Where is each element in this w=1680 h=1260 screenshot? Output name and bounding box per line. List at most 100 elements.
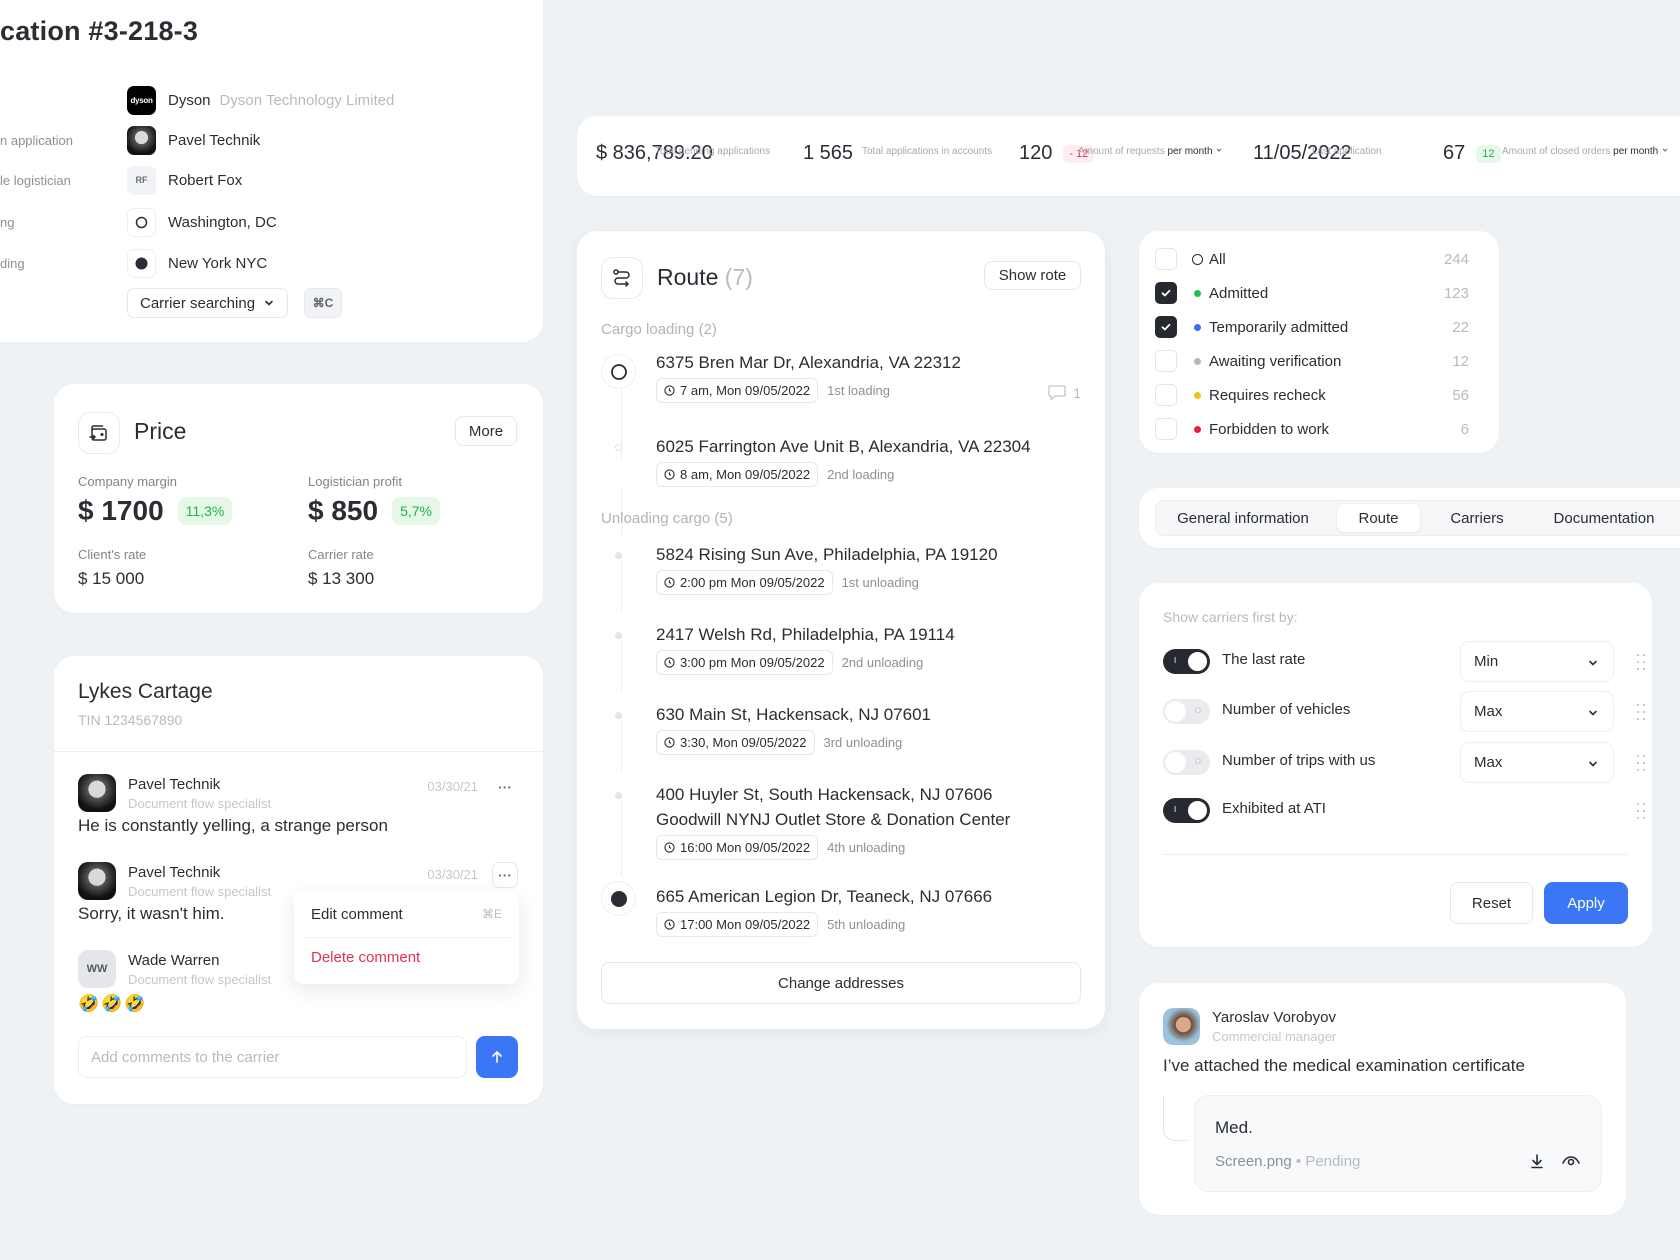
reset-button[interactable]: Reset: [1450, 882, 1533, 924]
filter-item[interactable]: Forbidden to work 6: [1155, 417, 1469, 441]
stop-kind: 3rd unloading: [823, 735, 903, 750]
stat-value: 120: [1019, 142, 1053, 164]
unloading-location: New York NYC: [168, 254, 268, 272]
stop-time: 3:00 pm Mon 09/05/2022: [656, 650, 833, 675]
tab-carriers[interactable]: Carriers: [1435, 504, 1519, 532]
end-dot-icon: [601, 881, 636, 916]
carrier-comments-card: Lykes Cartage TIN 1234567890 Pavel Techn…: [54, 656, 543, 1104]
drag-handle-icon[interactable]: [1636, 802, 1646, 820]
stat-label: Amount of requests: [1078, 146, 1165, 157]
tab-general-information[interactable]: General information: [1164, 504, 1322, 532]
more-button[interactable]: More: [455, 416, 517, 446]
toggle-on[interactable]: I: [1163, 649, 1210, 674]
divider: [54, 751, 543, 752]
shortcut-label: ⌘E: [481, 907, 502, 921]
eye-icon[interactable]: [1561, 1154, 1581, 1168]
edit-comment-label: Edit comment: [311, 905, 403, 923]
stop-address: 665 American Legion Dr, Teaneck, NJ 0766…: [656, 887, 993, 906]
stat-value: 67: [1443, 142, 1466, 164]
stop-time: 8 am, Mon 09/05/2022: [656, 462, 819, 487]
checkbox[interactable]: [1155, 350, 1177, 372]
comment-input[interactable]: [78, 1036, 467, 1078]
loading-label: ng: [0, 214, 15, 230]
comments-count[interactable]: 1: [1047, 384, 1081, 402]
delete-comment-label: Delete comment: [311, 948, 421, 966]
checkbox-checked[interactable]: [1155, 282, 1177, 304]
more-options-icon[interactable]: ···: [492, 862, 518, 888]
sort-row: I Exhibited at ATI: [1163, 790, 1646, 830]
margin-percent-badge: 11,3%: [177, 497, 233, 525]
thread-connector: [1163, 1095, 1187, 1141]
period-dropdown[interactable]: per month: [1613, 146, 1658, 157]
file-attachment[interactable]: Med. Screen.png • Pending: [1194, 1095, 1602, 1192]
tab-documentation[interactable]: Documentation: [1534, 504, 1674, 532]
comment-text: Sorry, it wasn't him.: [78, 904, 225, 923]
checkbox[interactable]: [1155, 248, 1177, 270]
filter-item[interactable]: Temporarily admitted 22: [1155, 315, 1469, 339]
logistician-name[interactable]: Robert Fox: [168, 172, 242, 189]
clock-icon: [664, 385, 675, 396]
filter-item[interactable]: All 244: [1155, 247, 1469, 271]
sort-order-select[interactable]: Max: [1460, 691, 1614, 732]
status-dot-icon: [1194, 323, 1201, 331]
toggle-off[interactable]: O: [1163, 699, 1210, 724]
author-name[interactable]: Pavel Technik: [168, 132, 260, 149]
download-icon[interactable]: [1528, 1152, 1546, 1170]
stop-address: 5824 Rising Sun Ave, Philadelphia, PA 19…: [656, 545, 998, 564]
comment-role: Commercial manager: [1212, 1029, 1337, 1044]
clock-icon: [664, 469, 675, 480]
filter-item[interactable]: Admitted 123: [1155, 281, 1469, 305]
stat-label: Last application: [1312, 146, 1382, 157]
sort-order-select[interactable]: Min: [1460, 641, 1614, 682]
delta-badge: 12: [1476, 144, 1501, 163]
carrier-rate-label: Carrier rate: [308, 547, 374, 562]
chevron-down-icon[interactable]: [1661, 146, 1669, 154]
wallet-icon: [78, 412, 120, 454]
timeline-line: [621, 556, 622, 611]
apply-button[interactable]: Apply: [1544, 882, 1628, 924]
send-button[interactable]: [476, 1036, 518, 1078]
checkbox[interactable]: [1155, 384, 1177, 406]
tab-route[interactable]: Route: [1337, 504, 1420, 532]
sort-header: Show carriers first by:: [1163, 609, 1298, 625]
filter-label: Awaiting verification: [1209, 352, 1342, 370]
timeline-dot: [615, 712, 622, 719]
filter-item[interactable]: Requires recheck 56: [1155, 383, 1469, 407]
avatar: [1163, 1008, 1200, 1045]
comment-icon: [1048, 385, 1066, 401]
tab-bar: General information Route Carriers Docum…: [1155, 500, 1680, 536]
company-margin-value: $ 1700: [78, 495, 164, 526]
logistician-profit-label: Logistician profit: [308, 474, 402, 489]
toggle-off[interactable]: O: [1163, 750, 1210, 775]
status-select[interactable]: Carrier searching: [127, 288, 288, 318]
sort-order-select[interactable]: Max: [1460, 742, 1614, 783]
comment-text: He is constantly yelling, a strange pers…: [78, 816, 388, 835]
comment-text: I’ve attached the medical examination ce…: [1163, 1056, 1525, 1075]
filled-dot-icon: [127, 248, 156, 278]
sort-label: Number of trips with us: [1222, 752, 1376, 769]
unloading-section-header: Unloading cargo (5): [601, 510, 733, 527]
drag-handle-icon[interactable]: [1636, 754, 1646, 772]
delete-comment-item[interactable]: Delete comment: [311, 937, 502, 977]
stop-kind: 1st unloading: [841, 575, 919, 590]
filter-item[interactable]: Awaiting verification 12: [1155, 349, 1469, 373]
checkbox-checked[interactable]: [1155, 316, 1177, 338]
period-dropdown[interactable]: per month: [1168, 146, 1213, 157]
timeline-dot: [615, 552, 622, 559]
ring-icon: [127, 207, 156, 237]
checkbox[interactable]: [1155, 418, 1177, 440]
client-name[interactable]: Dyson: [168, 92, 211, 109]
drag-handle-icon[interactable]: [1636, 653, 1646, 671]
more-options-icon[interactable]: ···: [492, 774, 518, 800]
edit-comment-item[interactable]: Edit comment ⌘E: [311, 894, 502, 934]
stat-value: 1 565: [803, 142, 854, 164]
comment-role: Document flow specialist: [128, 884, 272, 899]
change-addresses-button[interactable]: Change addresses: [601, 962, 1081, 1004]
sort-label: Number of vehicles: [1222, 701, 1351, 718]
stop-address: 400 Huyler St, South Hackensack, NJ 0760…: [656, 785, 993, 804]
show-route-button[interactable]: Show rote: [984, 261, 1081, 290]
toggle-on[interactable]: I: [1163, 798, 1210, 823]
sort-row: O Number of vehicles Max: [1163, 691, 1646, 732]
chevron-down-icon[interactable]: [1215, 146, 1223, 154]
drag-handle-icon[interactable]: [1636, 703, 1646, 721]
